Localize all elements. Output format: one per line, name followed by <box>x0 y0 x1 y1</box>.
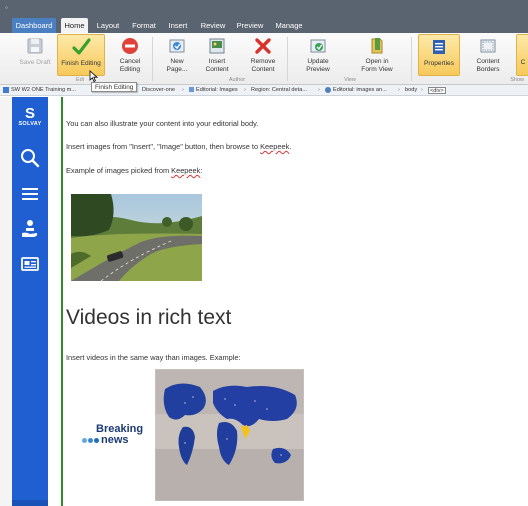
dot-icon <box>82 438 87 443</box>
ribbon-separator <box>152 37 153 81</box>
breadcrumb-item[interactable]: Region: Central deta... <box>251 85 307 95</box>
breadcrumb-separator: › <box>244 87 246 93</box>
remove-content-button[interactable]: Remove Content <box>243 34 283 76</box>
ribbon-toolbar: Save Draft Finish Editing Cancel Editing… <box>0 33 528 85</box>
cancel-editing-button[interactable]: Cancel Editing <box>111 34 149 76</box>
search-icon[interactable] <box>19 147 41 169</box>
floppy-disk-icon <box>27 38 43 54</box>
tab-layout[interactable]: Layout <box>94 18 122 33</box>
paragraph[interactable]: Insert videos in the same way than image… <box>66 353 241 362</box>
breadcrumb-item[interactable]: body <box>405 85 417 95</box>
content-borders-icon <box>480 39 496 53</box>
tab-format[interactable]: Format <box>129 18 159 33</box>
dot-icon <box>94 438 99 443</box>
section-heading[interactable]: Videos in rich text <box>66 305 231 331</box>
user-service-icon[interactable] <box>19 218 41 240</box>
paragraph[interactable]: Example of images picked from Keepeek: <box>66 166 202 175</box>
breadcrumb-item[interactable]: SW W2 ONE Training m... <box>3 85 76 95</box>
content-borders-button[interactable]: Content Borders <box>468 34 508 76</box>
tab-review[interactable]: Review <box>199 18 227 33</box>
content-borders-label: Content Borders <box>476 58 500 73</box>
tab-home[interactable]: Home <box>61 18 88 33</box>
menu-icon[interactable] <box>19 183 41 205</box>
tab-insert[interactable]: Insert <box>165 18 191 33</box>
breadcrumb: SW W2 ONE Training m... Discover-one › E… <box>0 85 528 96</box>
tab-manage[interactable]: Manage <box>273 18 305 33</box>
document-icon <box>3 86 9 93</box>
cancel-editing-label: Cancel Editing <box>119 58 141 73</box>
side-navigation-footer <box>12 500 48 506</box>
breadcrumb-separator: › <box>421 87 423 93</box>
new-page-label: New Page... <box>166 58 188 73</box>
group-label-view: View <box>344 77 356 83</box>
breaking-news-logo: Breaking news <box>82 423 148 449</box>
group-label-show: Show <box>510 77 524 83</box>
tab-preview[interactable]: Preview <box>235 18 265 33</box>
cancel-circle-icon <box>122 38 138 54</box>
editable-region-marker <box>61 97 63 506</box>
update-preview-icon <box>310 39 326 53</box>
open-in-form-view-button[interactable]: Open in Form View <box>352 34 402 76</box>
new-page-button[interactable]: New Page... <box>159 34 195 76</box>
world-map-video-thumbnail[interactable] <box>155 369 304 501</box>
keepeek-link[interactable]: Keepeek <box>171 166 200 175</box>
paragraph[interactable]: You can also illustrate your content int… <box>66 119 258 128</box>
remove-content-label: Remove Content <box>250 58 276 73</box>
solvay-logo[interactable]: S SOLVAY <box>12 106 48 127</box>
road-landscape-image[interactable] <box>71 194 202 281</box>
breadcrumb-item-current[interactable]: <div> <box>428 87 446 94</box>
update-preview-button[interactable]: Update Preview <box>298 34 338 76</box>
rich-text-editor-body[interactable]: You can also illustrate your content int… <box>66 97 528 506</box>
globe-icon <box>325 86 331 93</box>
breadcrumb-item[interactable]: Editorial: Images <box>189 85 238 95</box>
tooltip: Finish Editing <box>91 82 138 92</box>
region-icon <box>189 87 194 93</box>
new-page-icon <box>169 39 185 53</box>
news-card-icon[interactable] <box>19 253 41 275</box>
insert-content-button[interactable]: Insert Content <box>198 34 236 76</box>
properties-label: Properties <box>423 60 455 67</box>
insert-content-label: Insert Content <box>205 58 229 73</box>
breadcrumb-separator: › <box>398 87 400 93</box>
app-icon: ◦ <box>5 3 8 12</box>
properties-button[interactable]: Properties <box>418 34 460 76</box>
update-preview-label: Update Preview <box>306 58 330 73</box>
left-gutter <box>0 97 12 506</box>
save-draft-button[interactable]: Save Draft <box>16 34 54 76</box>
tab-dashboard[interactable]: Dashboard <box>12 18 56 33</box>
breadcrumb-item[interactable]: Editorial: images an... <box>325 85 387 95</box>
group-label-author: Author <box>228 77 246 83</box>
properties-icon <box>433 40 445 54</box>
breadcrumb-item[interactable]: Discover-one <box>142 85 175 95</box>
side-navigation: S SOLVAY <box>12 97 48 506</box>
remove-x-icon <box>255 38 271 54</box>
news-text: news <box>101 434 129 446</box>
ribbon-tab-bar: Dashboard Home Layout Format Insert Revi… <box>0 18 528 33</box>
cms-editor-window: ◦ Dashboard Home Layout Format Insert Re… <box>0 0 528 506</box>
checkmark-icon <box>72 38 91 55</box>
finish-editing-label: Finish Editing <box>61 60 101 67</box>
save-draft-label: Save Draft <box>19 59 51 66</box>
partial-ribbon-button[interactable]: C <box>516 34 528 76</box>
dot-icon <box>88 438 93 443</box>
paragraph[interactable]: Insert images from "Insert", "Image" but… <box>66 142 291 151</box>
breadcrumb-separator: › <box>318 87 320 93</box>
insert-content-icon <box>209 38 225 54</box>
breadcrumb-separator: › <box>182 87 184 93</box>
keepeek-link[interactable]: Keepeek <box>260 142 289 151</box>
ribbon-separator <box>411 37 412 81</box>
title-bar: ◦ <box>0 0 528 18</box>
ribbon-separator <box>287 37 288 81</box>
open-in-form-view-label: Open in Form View <box>361 58 393 73</box>
form-view-icon <box>371 38 383 54</box>
mouse-cursor-icon <box>89 70 98 82</box>
partial-ribbon-label: C <box>520 59 526 66</box>
